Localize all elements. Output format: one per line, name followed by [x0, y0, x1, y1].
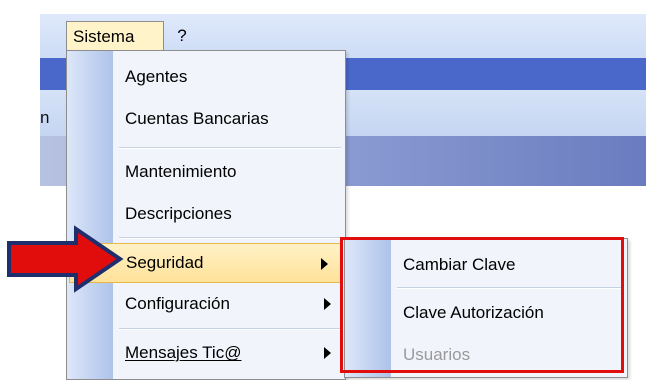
menu-item-label: Seguridad [126, 253, 204, 272]
red-highlight-box [340, 237, 624, 373]
sistema-dropdown-menu: Agentes Cuentas Bancarias Mantenimiento … [66, 50, 346, 380]
red-arrow-icon [7, 225, 124, 293]
menu-item-label: Agentes [125, 67, 188, 86]
menu-separator [119, 147, 341, 149]
menu-item-mantenimiento[interactable]: Mantenimiento [67, 152, 345, 192]
menu-item-label: Cuentas Bancarias [125, 109, 269, 128]
background-window [40, 0, 646, 14]
menu-help[interactable]: ? [170, 21, 194, 51]
menu-item-mensajes-tic[interactable]: Mensajes Tic@ [67, 333, 345, 373]
menu-item-label: Descripciones [125, 204, 232, 223]
submenu-arrow-icon [321, 258, 328, 270]
menu-item-cuentas-bancarias[interactable]: Cuentas Bancarias [67, 99, 345, 139]
toolbar-text-fragment: n [40, 108, 50, 127]
menu-item-agentes[interactable]: Agentes [67, 57, 345, 97]
menu-sistema[interactable]: Sistema [66, 21, 164, 51]
submenu-arrow-icon [324, 298, 331, 310]
menu-item-label: Mensajes Tic@ [125, 343, 242, 362]
menu-separator [119, 328, 341, 330]
submenu-arrow-icon [324, 347, 331, 359]
menu-item-label: Configuración [125, 294, 230, 313]
menu-separator [119, 237, 341, 239]
menu-item-label: Mantenimiento [125, 162, 237, 181]
